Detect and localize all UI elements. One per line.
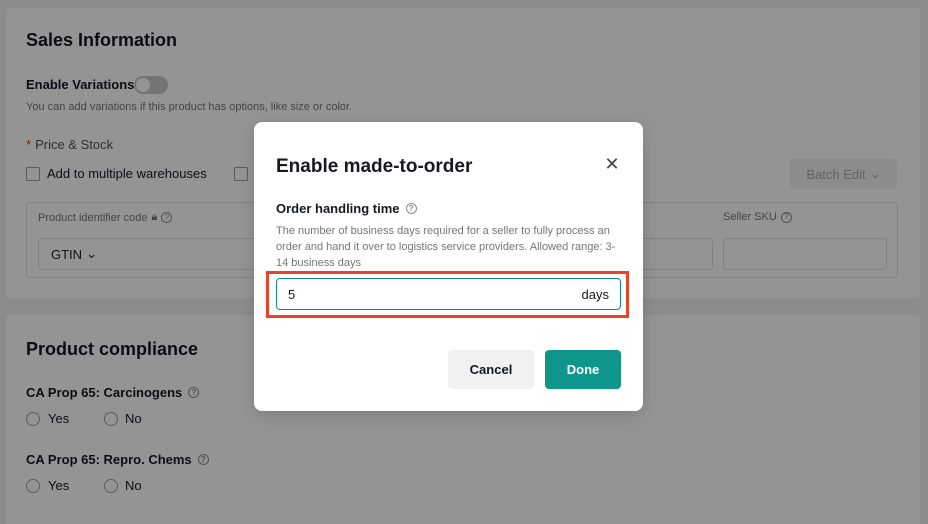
modal-title: Enable made-to-order xyxy=(276,156,473,177)
help-icon[interactable]: ? xyxy=(405,203,417,214)
done-button[interactable]: Done xyxy=(545,350,621,389)
order-handling-time-label: Order handling time ? xyxy=(276,201,417,216)
cancel-button[interactable]: Cancel xyxy=(448,350,534,389)
made-to-order-modal: Enable made-to-order ✕ Order handling ti… xyxy=(254,122,643,411)
order-handling-time-description: The number of business days required for… xyxy=(276,225,616,269)
input-highlight-box xyxy=(266,271,629,318)
order-handling-time-text: Order handling time xyxy=(276,201,400,216)
close-icon[interactable]: ✕ xyxy=(602,154,622,174)
